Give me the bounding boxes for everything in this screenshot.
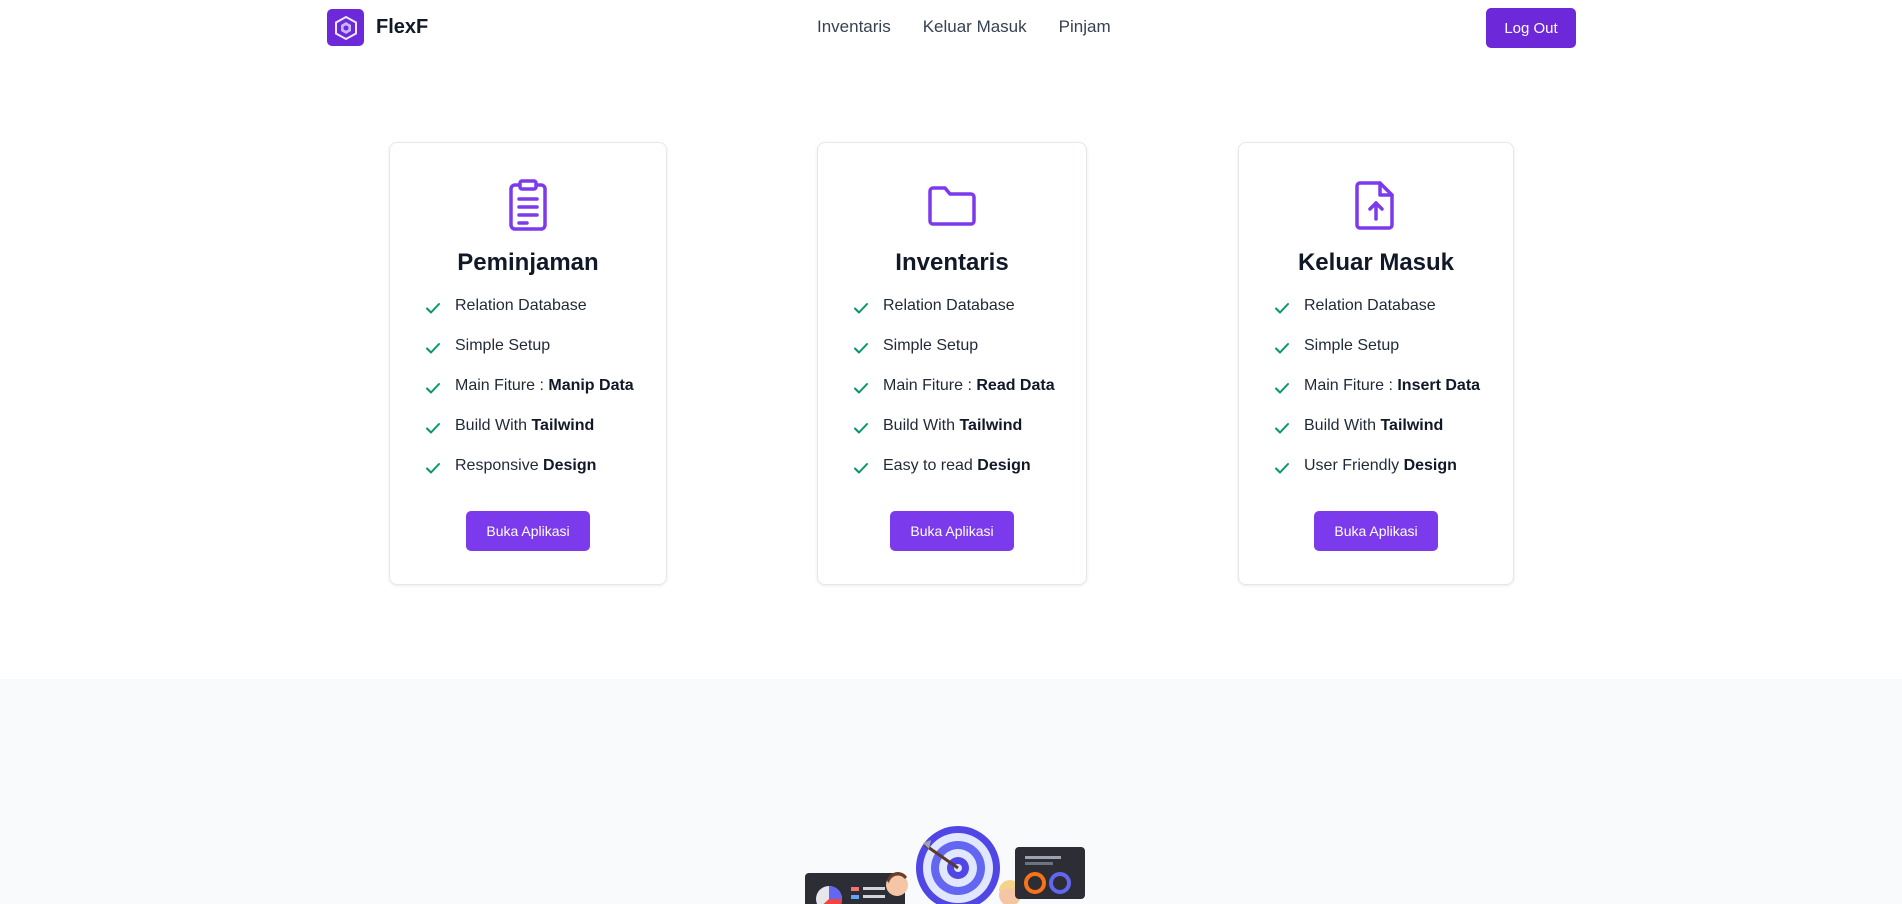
card-keluar-masuk: Keluar Masuk Relation Database Simple Se…	[1238, 142, 1514, 585]
check-icon	[1275, 383, 1289, 394]
check-icon	[1275, 303, 1289, 314]
feature-item: Simple Setup	[1274, 337, 1480, 377]
feature-item: Relation Database	[425, 297, 634, 337]
feature-item: Relation Database	[1274, 297, 1480, 337]
main-nav: Inventaris Keluar Masuk Pinjam	[817, 17, 1143, 37]
feature-item: Responsive Design	[425, 457, 634, 497]
check-icon	[1275, 423, 1289, 434]
feature-list: Relation Database Simple Setup Main Fitu…	[1274, 297, 1480, 497]
cube-logo-icon	[327, 9, 364, 46]
check-icon	[854, 463, 868, 474]
check-icon	[854, 383, 868, 394]
top-navbar: FlexF Inventaris Keluar Masuk Pinjam Log…	[0, 0, 1902, 56]
card-title: Inventaris	[895, 249, 1009, 276]
feature-item: User Friendly Design	[1274, 457, 1480, 497]
feature-item: Simple Setup	[853, 337, 1055, 377]
feature-list: Relation Database Simple Setup Main Fitu…	[853, 297, 1055, 497]
card-inventaris: Inventaris Relation Database Simple Setu…	[817, 142, 1087, 585]
check-icon	[1275, 463, 1289, 474]
check-icon	[426, 303, 440, 314]
open-app-button[interactable]: Buka Aplikasi	[1314, 511, 1438, 551]
open-app-button[interactable]: Buka Aplikasi	[890, 511, 1014, 551]
target-team-illustration	[805, 826, 1085, 904]
feature-item: Main Fiture : Manip Data	[425, 377, 634, 417]
check-icon	[426, 463, 440, 474]
check-icon	[426, 383, 440, 394]
open-app-button[interactable]: Buka Aplikasi	[466, 511, 590, 551]
logout-button[interactable]: Log Out	[1486, 8, 1576, 48]
feature-item: Easy to read Design	[853, 457, 1055, 497]
feature-item: Simple Setup	[425, 337, 634, 377]
card-title: Keluar Masuk	[1297, 249, 1455, 276]
check-icon	[426, 343, 440, 354]
card-peminjaman: Peminjaman Relation Database Simple Setu…	[389, 142, 667, 585]
folder-icon	[926, 179, 978, 231]
file-upload-icon	[1350, 179, 1402, 231]
check-icon	[1275, 343, 1289, 354]
feature-item: Build With Tailwind	[853, 417, 1055, 457]
card-title: Peminjaman	[457, 249, 599, 276]
brand-logo[interactable]: FlexF	[327, 9, 428, 46]
check-icon	[854, 303, 868, 314]
check-icon	[854, 343, 868, 354]
feature-item: Build With Tailwind	[1274, 417, 1480, 457]
clipboard-icon	[502, 179, 554, 231]
brand-name: FlexF	[376, 16, 429, 38]
feature-list: Relation Database Simple Setup Main Fitu…	[425, 297, 634, 497]
hero-section	[0, 679, 1902, 904]
feature-item: Main Fiture : Read Data	[853, 377, 1055, 417]
feature-item: Main Fiture : Insert Data	[1274, 377, 1480, 417]
feature-item: Relation Database	[853, 297, 1055, 337]
nav-link-inventaris[interactable]: Inventaris	[817, 17, 891, 37]
nav-link-pinjam[interactable]: Pinjam	[1059, 17, 1111, 37]
check-icon	[426, 423, 440, 434]
nav-link-keluar-masuk[interactable]: Keluar Masuk	[923, 17, 1027, 37]
check-icon	[854, 423, 868, 434]
feature-item: Build With Tailwind	[425, 417, 634, 457]
